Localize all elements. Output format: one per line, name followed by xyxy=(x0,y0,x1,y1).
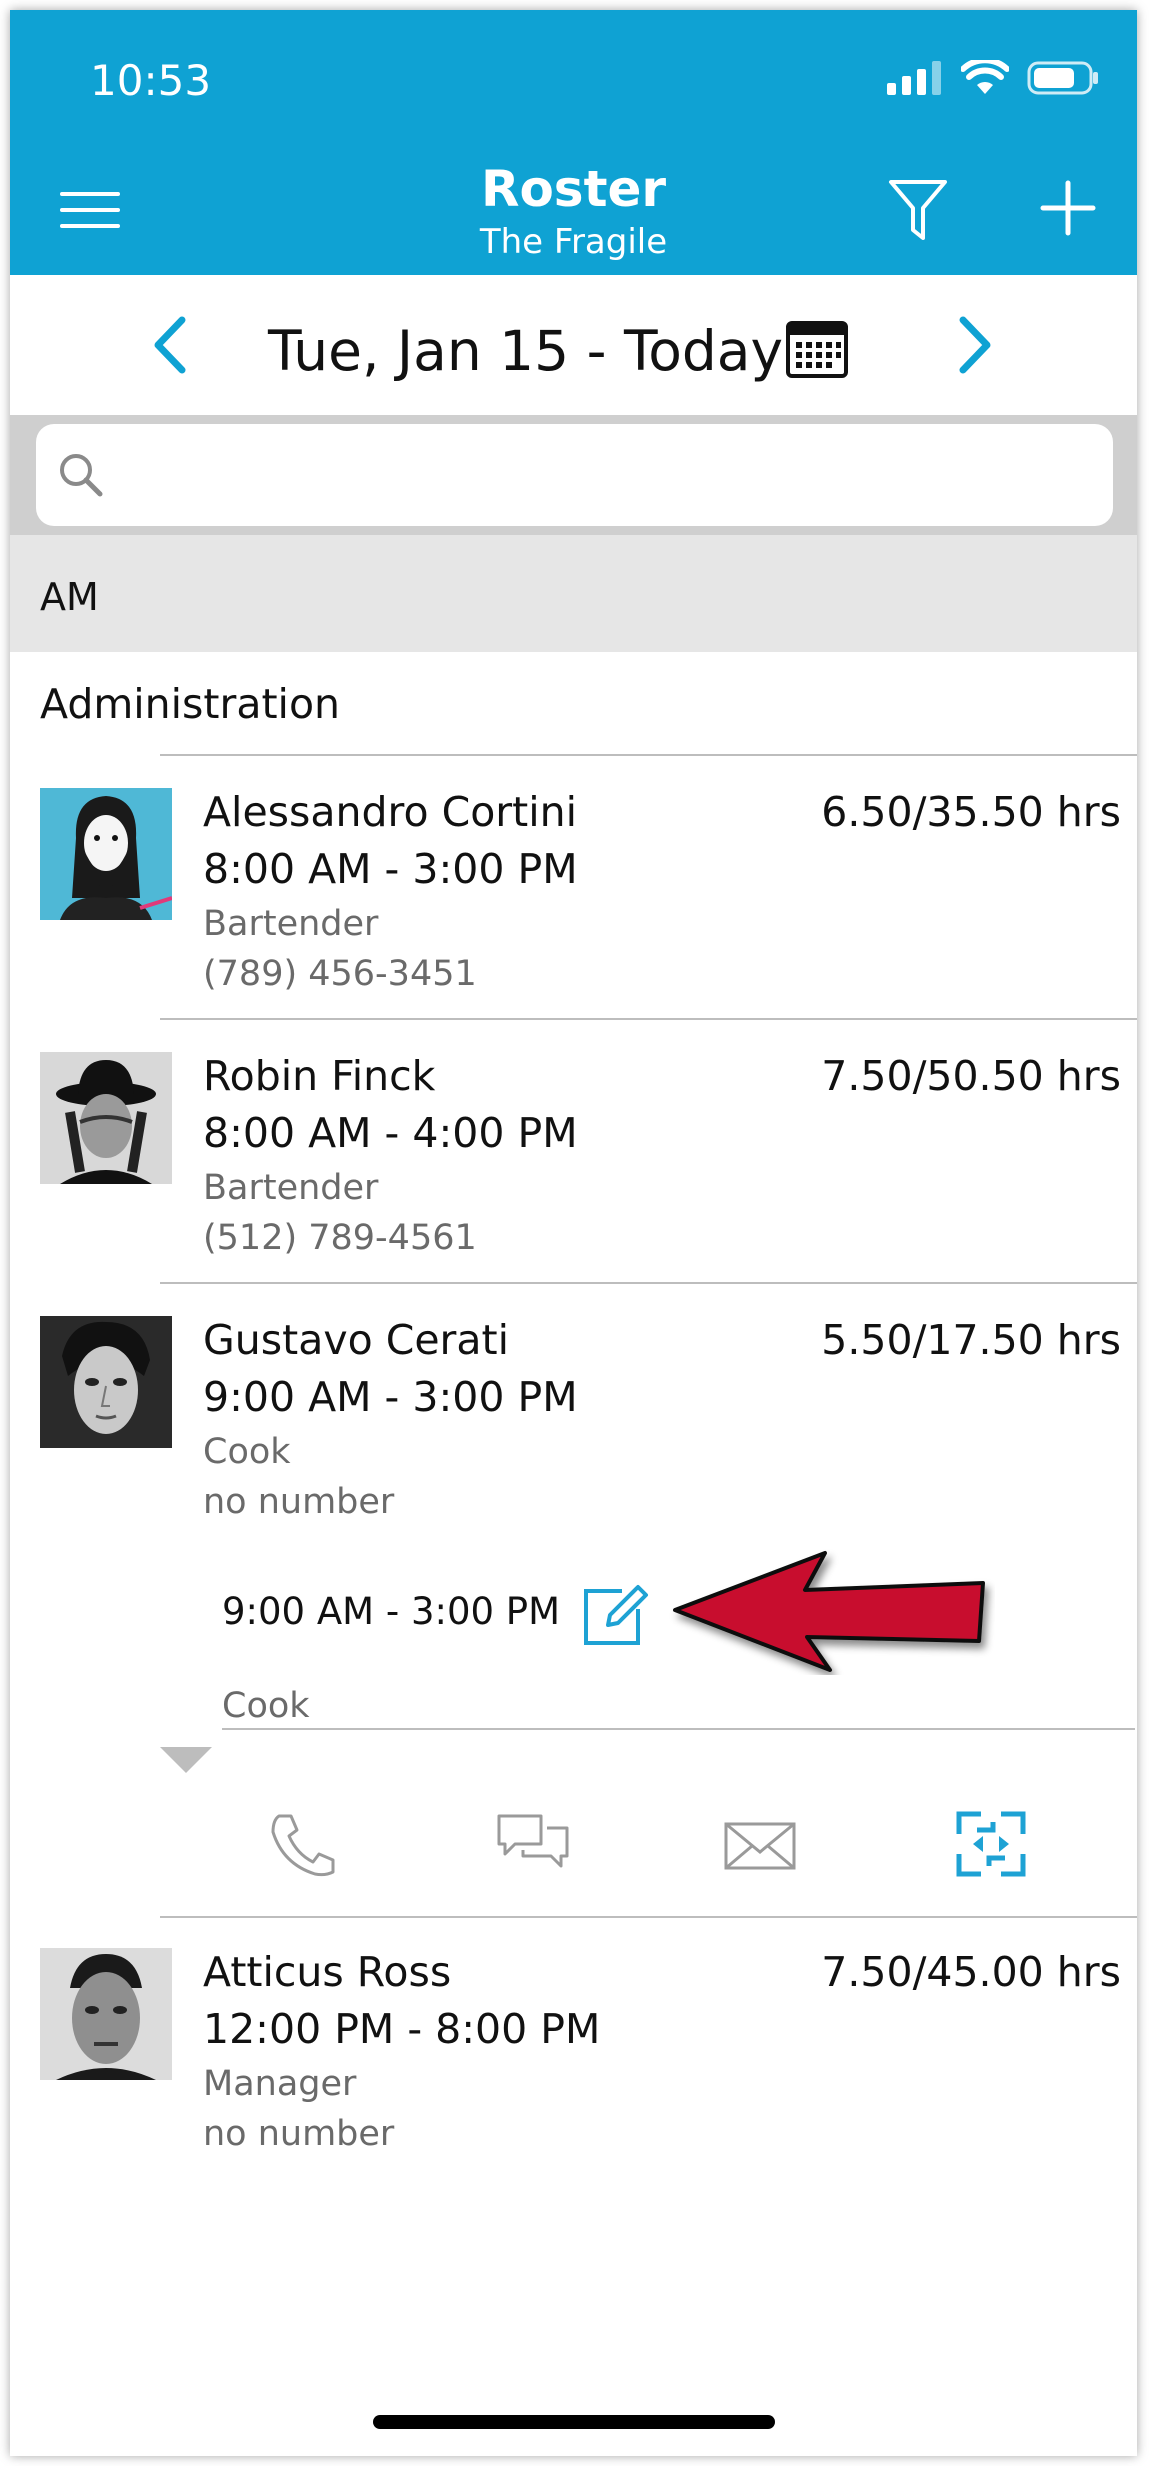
date-label[interactable]: Tue, Jan 15 - Today xyxy=(268,319,783,383)
chevron-left-icon xyxy=(154,316,186,374)
expanded-shift-time: 9:00 AM - 3:00 PM xyxy=(222,1590,561,1633)
employee-phone: (789) 456-3451 xyxy=(203,954,477,994)
plus-icon xyxy=(1040,180,1096,236)
employee-phone: no number xyxy=(203,1482,395,1522)
email-button[interactable] xyxy=(722,1810,798,1882)
avatar xyxy=(40,1052,172,1184)
phone-screen: 10:53 Roster The Fragile Tue, Jan 15 - T… xyxy=(10,10,1137,2456)
call-button[interactable] xyxy=(265,1810,341,1882)
employee-role: Bartender xyxy=(203,904,379,944)
wifi-icon xyxy=(961,60,1009,94)
hours-summary: 7.50/50.50 hrs xyxy=(821,1052,1121,1100)
avatar-image xyxy=(40,1316,172,1448)
mail-icon xyxy=(724,1822,796,1870)
filter-icon xyxy=(889,180,947,240)
shift-time: 12:00 PM - 8:00 PM xyxy=(203,2005,601,2053)
chevron-right-icon xyxy=(959,316,991,374)
divider xyxy=(222,1728,1135,1730)
status-time: 10:53 xyxy=(90,56,212,105)
arrow-left-icon xyxy=(673,1551,985,1672)
employee-name: Alessandro Cortini xyxy=(203,788,578,836)
status-icons xyxy=(887,60,1099,96)
divider xyxy=(160,1282,1137,1284)
message-button[interactable] xyxy=(495,1810,571,1882)
add-button[interactable] xyxy=(1038,178,1098,242)
section-header: AM xyxy=(10,535,1137,652)
top-bar: 10:53 Roster The Fragile xyxy=(10,10,1137,275)
divider xyxy=(160,1916,1137,1918)
swap-shift-button[interactable] xyxy=(953,1810,1029,1882)
page-subtitle: The Fragile xyxy=(479,222,668,262)
search-input[interactable] xyxy=(36,424,1113,526)
signal-icon xyxy=(887,61,941,95)
hours-summary: 7.50/45.00 hrs xyxy=(821,1948,1121,1996)
employee-phone: (512) 789-4561 xyxy=(203,1218,477,1258)
hours-summary: 6.50/35.50 hrs xyxy=(821,788,1121,836)
next-day-button[interactable] xyxy=(955,315,995,379)
avatar xyxy=(40,1316,172,1448)
hours-summary: 5.50/17.50 hrs xyxy=(821,1316,1121,1364)
employee-phone: no number xyxy=(203,2114,395,2154)
battery-icon xyxy=(1027,61,1098,95)
calendar-icon xyxy=(786,321,848,378)
employee-name: Robin Finck xyxy=(203,1052,436,1100)
avatar-image xyxy=(40,1948,172,2080)
home-indicator[interactable] xyxy=(373,2415,775,2429)
edit-shift-button[interactable] xyxy=(582,1583,650,1651)
shift-time: 8:00 AM - 3:00 PM xyxy=(203,845,578,893)
search-icon xyxy=(60,454,103,497)
previous-day-button[interactable] xyxy=(150,315,190,379)
divider xyxy=(160,754,1137,756)
employee-role: Manager xyxy=(203,2064,357,2104)
phone-icon xyxy=(271,1814,335,1877)
employee-role: Cook xyxy=(203,1432,291,1472)
avatar xyxy=(40,1948,172,2080)
edit-icon xyxy=(584,1585,648,1645)
employee-role: Bartender xyxy=(203,1168,379,1208)
search-bar xyxy=(10,415,1137,535)
employee-name: Atticus Ross xyxy=(203,1948,452,1996)
avatar-image xyxy=(40,1052,172,1184)
swap-icon xyxy=(956,1811,1026,1877)
calendar-button[interactable] xyxy=(785,319,849,383)
filter-button[interactable] xyxy=(888,178,948,248)
shift-time: 9:00 AM - 3:00 PM xyxy=(203,1373,578,1421)
expand-caret[interactable] xyxy=(160,1747,212,1773)
avatar-image xyxy=(40,788,172,920)
page-title: Roster xyxy=(480,160,667,218)
divider xyxy=(160,1018,1137,1020)
employee-name: Gustavo Cerati xyxy=(203,1316,509,1364)
expanded-shift-role: Cook xyxy=(222,1686,310,1726)
date-navigation: Tue, Jan 15 - Today xyxy=(10,275,1137,415)
avatar xyxy=(40,788,172,920)
chat-icon xyxy=(497,1814,569,1868)
group-title: Administration xyxy=(40,680,341,728)
section-label: AM xyxy=(40,575,99,619)
shift-time: 8:00 AM - 4:00 PM xyxy=(203,1109,578,1157)
annotation-arrow xyxy=(665,1545,995,1679)
